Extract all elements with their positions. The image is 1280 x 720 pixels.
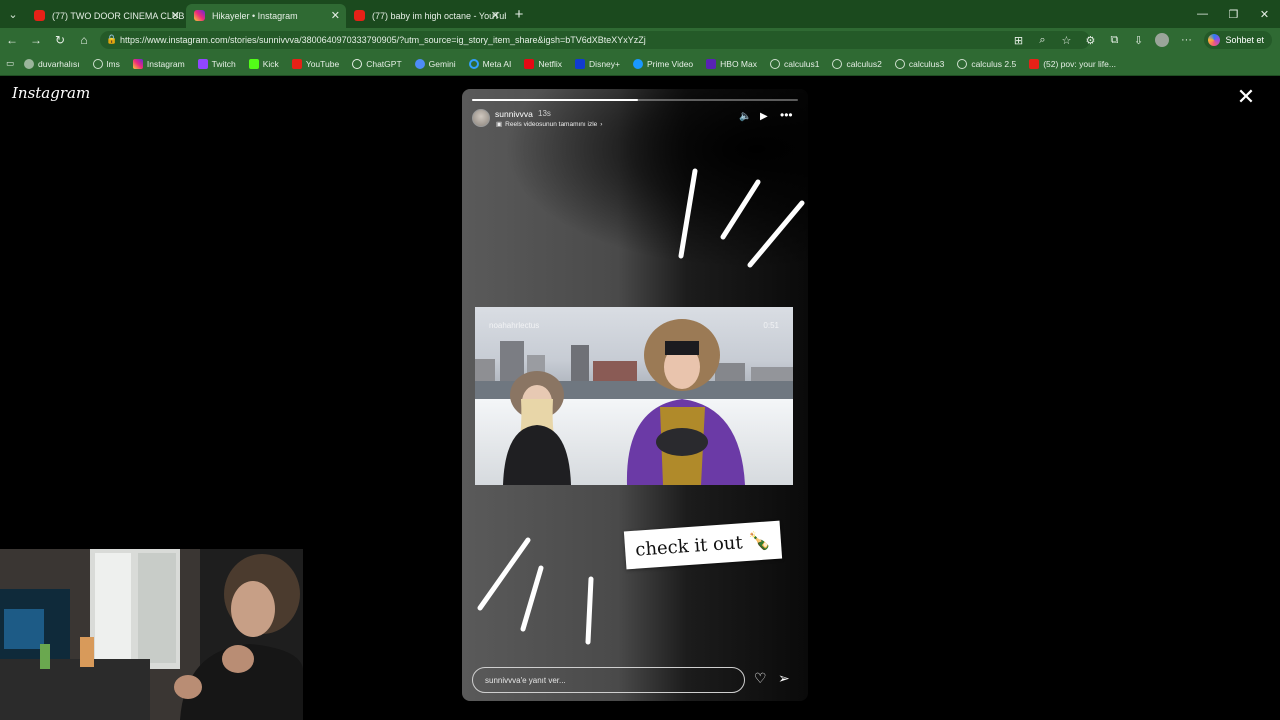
bookmark-14[interactable]: calculus2 (832, 58, 882, 69)
tab-title: Hikayeler • Instagram (212, 11, 298, 21)
kick-icon (248, 58, 259, 69)
chatgpt-icon (352, 58, 363, 69)
bookmark-6[interactable]: ChatGPT (352, 58, 402, 69)
youtube-icon (354, 10, 365, 21)
globe-icon (770, 58, 780, 69)
tab-1[interactable]: Hikayeler • Instagram ✕ (186, 4, 346, 28)
address-bar-row: ← → ↻ ⌂ 🔒 https://www.instagram.com/stor… (0, 28, 1280, 52)
tab-2[interactable]: (77) baby im high octane - YouTub ✕ (346, 4, 506, 28)
favorite-star-icon[interactable]: ☆ (1054, 28, 1078, 52)
youtube-icon (34, 10, 45, 21)
tab-0[interactable]: (77) TWO DOOR CINEMA CLUB | S ✕ (26, 4, 186, 28)
tab-close-icon[interactable]: ✕ (331, 9, 340, 22)
restore-icon[interactable]: ❐ (1218, 0, 1249, 28)
zoom-icon[interactable]: ⌕ (1030, 28, 1054, 52)
bookmark-2[interactable]: Instagram (132, 58, 185, 69)
globe-icon (894, 58, 905, 69)
globe-icon (24, 58, 35, 69)
bookmark-16[interactable]: calculus 2.5 (957, 58, 1016, 69)
reel-timestamp: 0:51 (763, 321, 779, 330)
window-controls: — ❐ ✕ (1187, 0, 1280, 28)
bookmarks-toggle-icon[interactable]: ▭ (6, 58, 14, 69)
bookmark-10[interactable]: Disney+ (575, 58, 620, 69)
reel-watermark: noahahrlectus (489, 321, 540, 330)
send-icon[interactable]: ➢ (778, 670, 790, 687)
globe-icon (92, 58, 103, 69)
extensions-icon[interactable]: ⚙ (1078, 28, 1102, 52)
twitch-icon (197, 58, 208, 69)
app-available-icon[interactable]: ⊞ (1006, 28, 1030, 52)
people-in-parkas (503, 319, 745, 485)
tab-close-icon[interactable]: ✕ (171, 9, 180, 22)
story-viewer[interactable]: sunnivvva 13s ▣ Reels videosunun tamamın… (462, 89, 808, 701)
hbo-icon (706, 58, 717, 69)
tab-actions-menu[interactable]: ⌄ (0, 0, 26, 28)
bookmark-15[interactable]: calculus3 (894, 58, 944, 69)
bookmark-5[interactable]: YouTube (291, 58, 339, 69)
collections-icon[interactable]: ⧉ (1102, 28, 1126, 52)
bookmark-11[interactable]: Prime Video (633, 58, 693, 69)
url-field[interactable]: 🔒 https://www.instagram.com/stories/sunn… (100, 31, 1090, 49)
netflix-icon (524, 58, 535, 69)
close-story-icon[interactable]: ✕ (1235, 86, 1257, 109)
copilot-icon (1208, 34, 1221, 46)
lock-icon[interactable]: 🔒 (106, 34, 117, 45)
bookmark-17[interactable]: (52) pov: your life... (1029, 58, 1116, 69)
youtube-icon (291, 58, 302, 69)
reply-input[interactable]: sunnivvva'e yanıt ver... (472, 667, 745, 693)
bookmarks-bar: ▭ duvarhalısı lms Instagram Twitch Kick … (0, 52, 1280, 76)
meta-ai-icon (468, 58, 479, 69)
back-icon[interactable]: ← (0, 28, 24, 52)
instagram-icon (194, 10, 205, 21)
bookmark-1[interactable]: lms (92, 58, 120, 69)
tab-title: (77) TWO DOOR CINEMA CLUB | S (52, 11, 186, 21)
webcam-scene (0, 549, 303, 720)
url-text: https://www.instagram.com/stories/sunniv… (120, 35, 646, 45)
forward-icon[interactable]: → (24, 28, 48, 52)
new-tab-button[interactable]: + (506, 0, 532, 28)
bookmark-13[interactable]: calculus1 (770, 58, 819, 69)
bookmark-4[interactable]: Kick (248, 58, 279, 69)
bookmark-9[interactable]: Netflix (524, 58, 562, 69)
tab-bar: ⌄ (77) TWO DOOR CINEMA CLUB | S ✕ Hikaye… (0, 0, 1280, 28)
bookmark-12[interactable]: HBO Max (706, 58, 757, 69)
more-menu-icon[interactable]: ··· (1174, 28, 1198, 52)
copilot-label: Sohbet et (1225, 35, 1264, 45)
disney-icon (575, 58, 586, 69)
globe-icon (832, 58, 843, 69)
profile-avatar[interactable] (1150, 28, 1174, 52)
toolbar-right: ⊞ ⌕ ☆ ⚙ ⧉ ⇩ ··· Sohbet et (1006, 28, 1280, 52)
close-window-icon[interactable]: ✕ (1249, 0, 1280, 28)
tab-title: (77) baby im high octane - YouTub (372, 11, 506, 21)
minimize-icon[interactable]: — (1187, 0, 1218, 28)
bookmark-0[interactable]: duvarhalısı (24, 58, 80, 69)
globe-icon (957, 58, 968, 69)
webcam-overlay (0, 549, 303, 720)
prime-video-icon (633, 58, 643, 69)
gemini-icon (414, 58, 425, 69)
reel-preview[interactable]: noahahrlectus 0:51 (475, 307, 793, 485)
instagram-logo[interactable]: Instagram (12, 84, 90, 102)
copilot-button[interactable]: Sohbet et (1204, 31, 1272, 49)
instagram-icon (132, 58, 143, 69)
home-icon[interactable]: ⌂ (72, 28, 96, 52)
heart-icon[interactable]: ♡ (754, 670, 767, 687)
downloads-icon[interactable]: ⇩ (1126, 28, 1150, 52)
bookmark-3[interactable]: Twitch (197, 58, 236, 69)
bookmark-8[interactable]: Meta AI (468, 58, 511, 69)
youtube-icon (1029, 58, 1040, 69)
bookmark-7[interactable]: Gemini (414, 58, 456, 69)
refresh-icon[interactable]: ↻ (48, 28, 72, 52)
tab-close-icon[interactable]: ✕ (491, 9, 500, 22)
